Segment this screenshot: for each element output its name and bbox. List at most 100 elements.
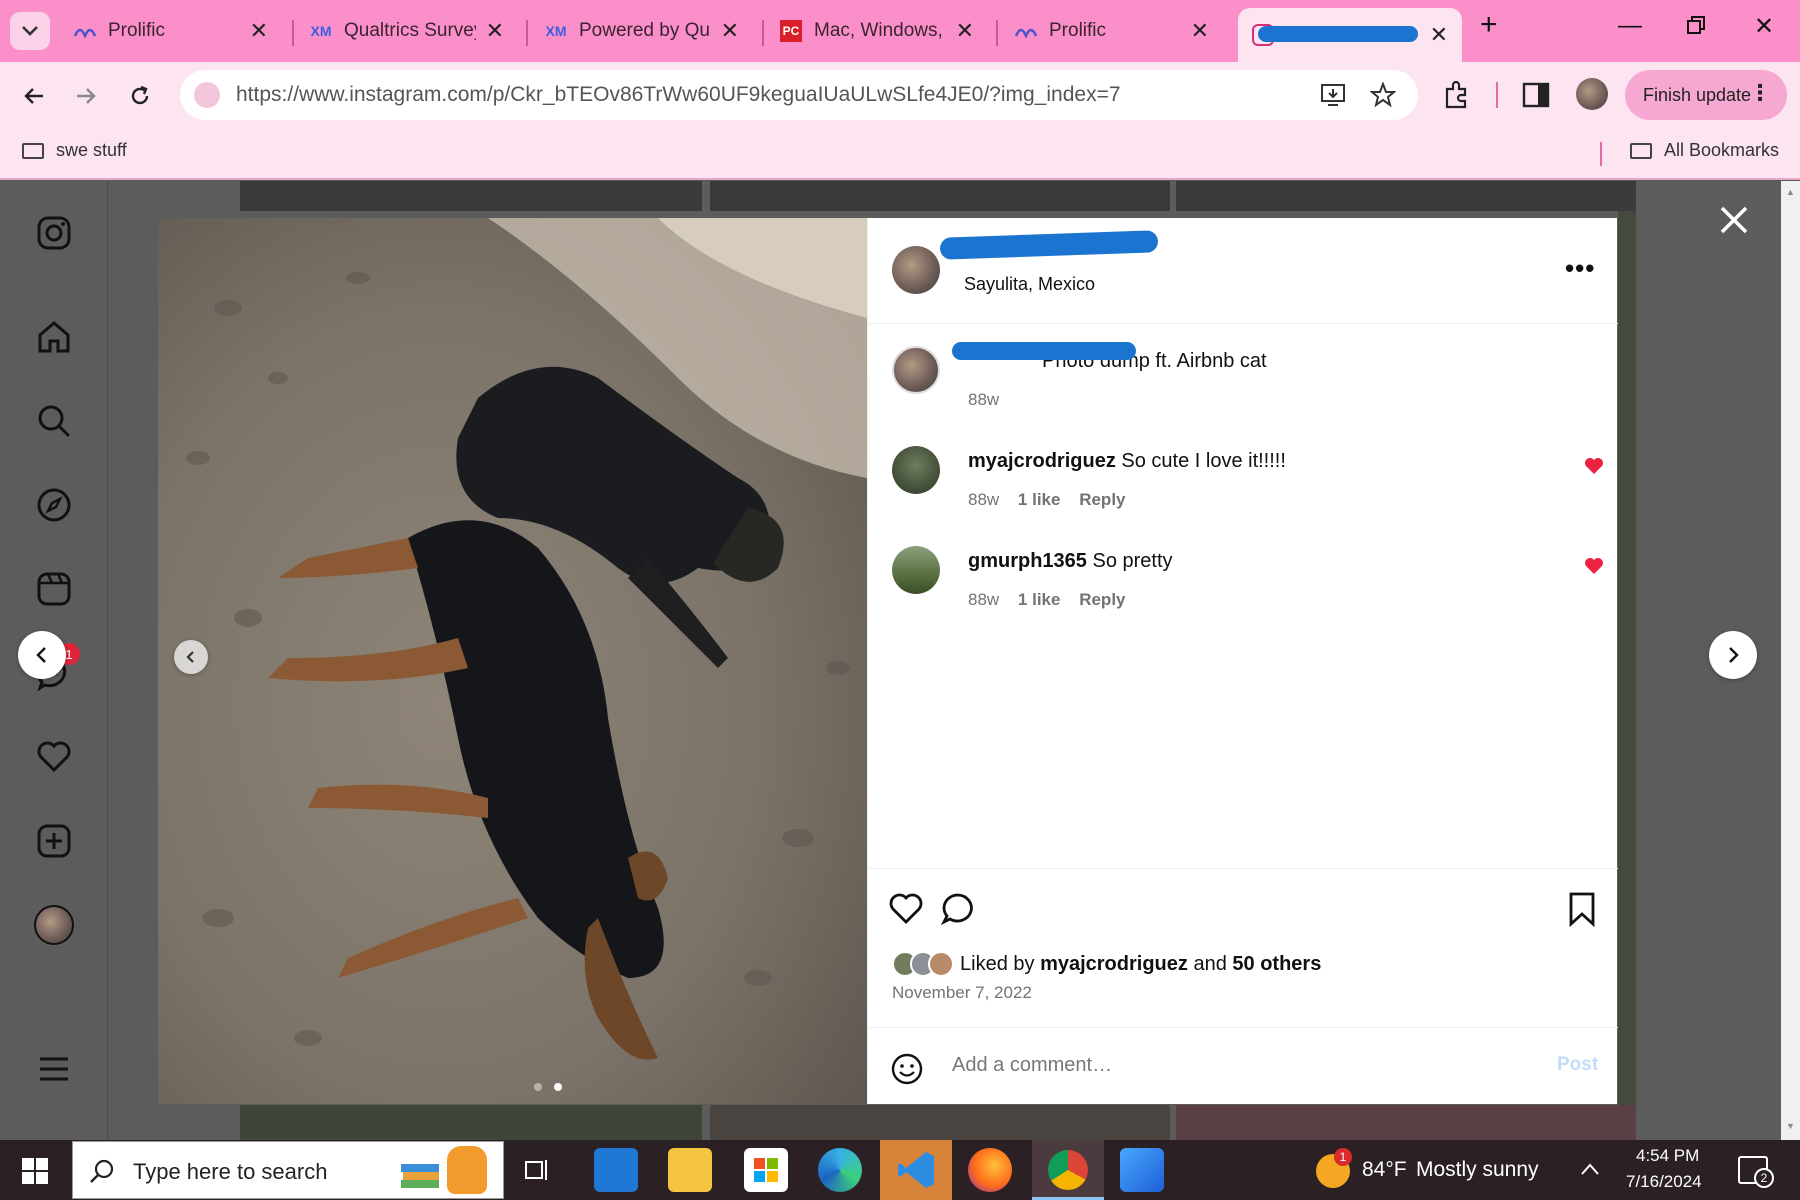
heart-filled-icon[interactable]	[1584, 456, 1604, 476]
close-tab-icon[interactable]: ✕	[956, 18, 974, 44]
post-photo[interactable]	[158, 218, 867, 1104]
mail-app-icon[interactable]	[594, 1148, 638, 1192]
vscode-icon	[898, 1152, 934, 1188]
search-icon[interactable]	[34, 401, 74, 441]
clock-time[interactable]: 4:54 PM	[1636, 1146, 1699, 1166]
weather-temp[interactable]: 84°F	[1362, 1158, 1407, 1182]
heart-filled-icon[interactable]	[1584, 556, 1604, 576]
install-app-icon[interactable]	[1320, 82, 1346, 108]
tab-separator	[526, 20, 528, 46]
next-post-button[interactable]	[1709, 631, 1757, 679]
profile-avatar-sidebar[interactable]	[34, 905, 74, 945]
liked-by-others[interactable]: 50 others	[1232, 953, 1321, 976]
tab-powered-by-qualtrics[interactable]: XM Powered by Qua ✕	[531, 10, 753, 52]
microsoft-store-icon[interactable]	[744, 1148, 788, 1192]
tab-pcmag[interactable]: PC Mac, Windows, ( ✕	[766, 10, 988, 52]
task-view-icon[interactable]	[524, 1156, 552, 1184]
tab-prolific-1[interactable]: Prolific ✕	[60, 10, 282, 52]
save-bookmark-icon[interactable]	[1564, 891, 1600, 927]
file-explorer-icon[interactable]	[668, 1148, 712, 1192]
minimize-button[interactable]: —	[1618, 12, 1642, 40]
chevron-up-icon[interactable]	[1580, 1162, 1600, 1176]
add-comment-input[interactable]: Add a comment…	[952, 1054, 1112, 1077]
comment-reply[interactable]: Reply	[1079, 590, 1125, 609]
like-heart-icon[interactable]	[888, 891, 924, 927]
windows-start-icon[interactable]	[22, 1158, 48, 1184]
photos-app-icon[interactable]	[1120, 1148, 1164, 1192]
redaction-scribble	[939, 230, 1159, 260]
comment-reply[interactable]: Reply	[1079, 490, 1125, 509]
home-icon[interactable]	[34, 317, 74, 357]
author-avatar[interactable]	[892, 246, 940, 294]
close-tab-icon[interactable]: ✕	[1430, 22, 1448, 48]
tab-search-button[interactable]	[10, 12, 50, 50]
folder-icon	[22, 142, 44, 159]
restore-button[interactable]	[1686, 14, 1706, 42]
back-button[interactable]	[18, 80, 50, 112]
reels-icon[interactable]	[34, 569, 74, 609]
emoji-icon[interactable]	[890, 1052, 924, 1086]
comment-username[interactable]: myajcrodriguez	[968, 450, 1116, 472]
comment-likes[interactable]: 1 like	[1018, 490, 1061, 509]
toolbar-divider	[1496, 82, 1498, 108]
bookmarks-divider	[1600, 142, 1602, 166]
author-avatar[interactable]	[892, 346, 940, 394]
tab-qualtrics-survey[interactable]: XM Qualtrics Survey ✕	[296, 10, 518, 52]
scroll-down-icon[interactable]: ▼	[1786, 1121, 1795, 1131]
explore-compass-icon[interactable]	[34, 485, 74, 525]
comment-age: 88w	[968, 490, 1000, 509]
tab-prolific-2[interactable]: Prolific ✕	[1001, 10, 1223, 52]
instagram-logo-icon[interactable]	[34, 213, 74, 253]
close-tab-icon[interactable]: ✕	[250, 18, 268, 44]
previous-image-button[interactable]	[174, 640, 208, 674]
close-tab-icon[interactable]: ✕	[486, 18, 504, 44]
more-menu-icon[interactable]	[34, 1049, 74, 1089]
address-bar[interactable]: https://www.instagram.com/p/Ckr_bTEOv86T…	[180, 70, 1418, 120]
notifications-heart-icon[interactable]	[34, 737, 74, 777]
previous-post-button[interactable]	[18, 631, 66, 679]
comment-username[interactable]: gmurph1365	[968, 550, 1087, 572]
reload-button[interactable]	[124, 80, 156, 112]
commenter-avatar[interactable]	[892, 446, 940, 494]
page-scrollbar[interactable]: ▲ ▼	[1781, 181, 1800, 1140]
liked-by-user[interactable]: myajcrodriguez	[1040, 953, 1188, 976]
weather-condition[interactable]: Mostly sunny	[1416, 1158, 1539, 1182]
all-bookmarks-button[interactable]: All Bookmarks	[1630, 140, 1779, 161]
create-plus-icon[interactable]	[34, 821, 74, 861]
bookmark-star-icon[interactable]	[1370, 82, 1396, 108]
close-tab-icon[interactable]: ✕	[721, 18, 739, 44]
comment-bubble-icon[interactable]	[940, 891, 976, 927]
weather-sun-icon[interactable]: 1	[1316, 1148, 1352, 1188]
url-text[interactable]: https://www.instagram.com/p/Ckr_bTEOv86T…	[236, 83, 1121, 107]
post-location[interactable]: Sayulita, Mexico	[964, 274, 1095, 295]
redaction-scribble	[952, 342, 1136, 360]
chevron-left-icon	[186, 651, 194, 663]
firefox-icon[interactable]	[968, 1148, 1012, 1192]
site-settings-icon[interactable]	[194, 82, 220, 108]
comment-likes[interactable]: 1 like	[1018, 590, 1061, 609]
close-window-button[interactable]: ✕	[1754, 12, 1774, 41]
bookmarks-bar: swe stuff All Bookmarks	[0, 128, 1800, 180]
taskbar-search-box[interactable]: Type here to search	[72, 1141, 504, 1199]
close-post-icon[interactable]	[1717, 203, 1751, 237]
tab-separator	[996, 20, 998, 46]
bookmark-folder-swe-stuff[interactable]: swe stuff	[22, 140, 127, 161]
prolific-icon	[1015, 20, 1037, 42]
profile-avatar[interactable]	[1576, 78, 1608, 110]
more-options-icon[interactable]: •••	[1565, 253, 1595, 284]
chrome-taskbar-item[interactable]	[1032, 1140, 1104, 1200]
vscode-taskbar-item[interactable]	[880, 1140, 952, 1200]
clock-date[interactable]: 7/16/2024	[1626, 1172, 1702, 1192]
post-comment-button[interactable]: Post	[1557, 1054, 1598, 1076]
side-panel-icon[interactable]	[1522, 82, 1550, 108]
close-tab-icon[interactable]: ✕	[1191, 18, 1209, 44]
notifications-icon[interactable]: 2	[1738, 1156, 1774, 1188]
new-tab-button[interactable]: +	[1480, 8, 1498, 42]
edge-browser-icon[interactable]	[818, 1148, 862, 1192]
all-bookmarks-label: All Bookmarks	[1664, 140, 1780, 160]
forward-button[interactable]	[70, 80, 102, 112]
commenter-avatar[interactable]	[892, 546, 940, 594]
scroll-up-icon[interactable]: ▲	[1786, 187, 1795, 197]
finish-update-button[interactable]: Finish update ⋮	[1625, 70, 1787, 120]
extensions-icon[interactable]	[1442, 80, 1472, 110]
